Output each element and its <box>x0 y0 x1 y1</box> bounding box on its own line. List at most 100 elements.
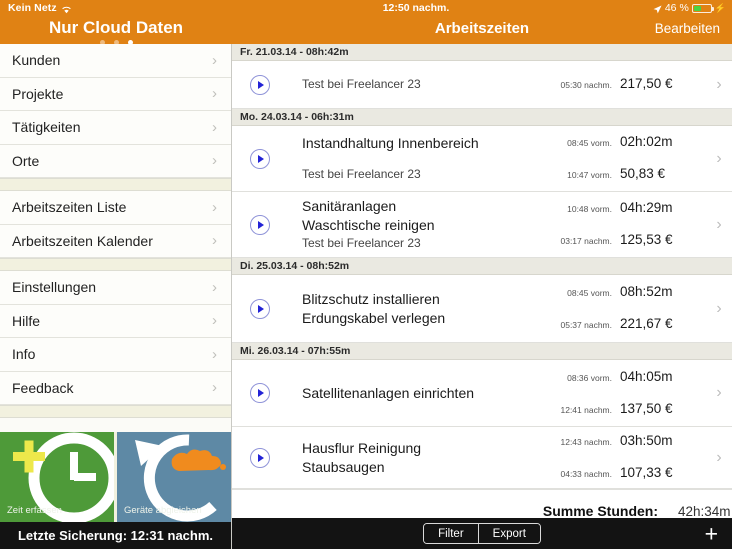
summary-block: Summe Stunden: 42h:34m Summe Erträge: 87… <box>232 489 732 518</box>
sidebar-item-einstellungen[interactable]: Einstellungen › <box>0 271 231 305</box>
entry-project: Test bei Freelancer 23 <box>302 236 421 250</box>
table-row[interactable]: Blitzschutz installieren Erdungskabel ve… <box>232 275 732 343</box>
table-row[interactable]: Test bei Freelancer 23 05:30 nachm. 217,… <box>232 61 732 109</box>
worktime-list[interactable]: Fr. 21.03.14 - 08h:42m Test bei Freelanc… <box>232 44 732 518</box>
segmented-control[interactable]: Filter Export <box>423 523 541 544</box>
entry-text: Test bei Freelancer 23 <box>288 61 554 108</box>
entry-start-line: 05:30 nachm. 217,50 € <box>554 74 706 95</box>
table-row[interactable]: Satellitenanlagen einrichten 08:36 vorm.… <box>232 360 732 427</box>
sidebar-item-arbeitszeiten-liste[interactable]: Arbeitszeiten Liste › <box>0 191 231 225</box>
app-title: Nur Cloud Daten <box>48 18 184 37</box>
play-cell[interactable] <box>232 126 288 191</box>
sidebar-item-arbeitszeiten-kalender[interactable]: Arbeitszeiten Kalender › <box>0 224 231 258</box>
entry-start-line: 08:45 vorm. 08h:52m <box>554 282 706 303</box>
sidebar-section-divider <box>0 258 231 271</box>
table-row[interactable]: Hausflur Reinigung Staubsaugen 12:43 nac… <box>232 427 732 489</box>
tile-caption: Geräte abgleichen <box>124 505 202 516</box>
sidebar-item-label: Tätigkeiten <box>12 119 81 136</box>
disclosure-cell[interactable]: › <box>706 427 732 488</box>
play-circle-icon[interactable] <box>250 383 270 403</box>
entry-title: Blitzschutz installieren <box>302 290 440 307</box>
day-header: Mi. 26.03.14 - 07h:55m <box>232 343 732 360</box>
sidebar-item-label: Arbeitszeiten Kalender <box>12 232 153 249</box>
plus-icon[interactable]: + <box>705 522 718 545</box>
entry-title: Instandhaltung Innenbereich <box>302 135 479 151</box>
chevron-right-icon: › <box>716 215 722 233</box>
entry-end-time: 05:37 nachm. <box>560 320 612 330</box>
play-cell[interactable] <box>232 192 288 257</box>
sidebar-tiles: Zeit erfassen Geräte abgleichen <box>0 432 231 522</box>
entry-values: 10:48 vorm. 04h:29m 03:17 nachm. 125,53 … <box>554 192 706 257</box>
filter-button[interactable]: Filter <box>424 524 478 543</box>
sidebar-section-1: Kunden › Projekte › Tätigkeiten › Orte › <box>0 44 231 178</box>
tile-geraete-abgleichen[interactable]: Geräte abgleichen <box>117 432 231 522</box>
entry-end-time: 12:41 nachm. <box>560 404 612 415</box>
entry-end-line: 04:33 nachm. 107,33 € <box>554 463 706 484</box>
status-bar: Kein Netz 12:50 nachm. 46 % ⚡ <box>0 0 732 17</box>
disclosure-cell[interactable]: › <box>706 275 732 342</box>
charging-bolt-icon: ⚡ <box>714 2 726 13</box>
disclosure-cell[interactable]: › <box>706 61 732 108</box>
sidebar-item-label: Orte <box>12 152 40 169</box>
entry-values: 08:45 vorm. 08h:52m 05:37 nachm. 221,67 … <box>554 275 706 342</box>
entry-subtitle: Staubsaugen <box>302 458 385 475</box>
disclosure-cell[interactable]: › <box>706 192 732 257</box>
day-header: Mo. 24.03.14 - 06h:31m <box>232 109 732 126</box>
chevron-right-icon: › <box>716 384 722 401</box>
entry-duration: 04h:05m <box>620 368 673 384</box>
entry-start-line: 08:36 vorm. 04h:05m <box>554 367 706 388</box>
sidebar-item-label: Kunden <box>12 52 61 69</box>
disclosure-cell[interactable]: › <box>706 126 732 191</box>
chevron-right-icon: › <box>212 345 217 363</box>
entry-amount: 217,50 € <box>620 76 673 91</box>
chevron-right-icon: › <box>212 152 217 170</box>
last-backup-status: Letzte Sicherung: 12:31 nachm. <box>0 522 231 549</box>
sidebar-item-label: Feedback <box>12 379 74 396</box>
entry-title: Sanitäranlagen <box>302 198 397 214</box>
sidebar-item-label: Arbeitszeiten Liste <box>12 199 127 216</box>
chevron-right-icon: › <box>716 75 722 93</box>
sidebar-item-orte[interactable]: Orte › <box>0 144 231 178</box>
sidebar-item-info[interactable]: Info › <box>0 338 231 372</box>
entry-start-time: 10:48 vorm. <box>567 204 612 214</box>
summary-hours-row: Summe Stunden: 42h:34m <box>232 500 732 518</box>
entry-start-line: 08:45 vorm. 02h:02m <box>554 132 706 153</box>
play-circle-icon[interactable] <box>250 74 270 95</box>
table-row[interactable]: Instandhaltung Innenbereich Test bei Fre… <box>232 126 732 192</box>
sidebar-item-kunden[interactable]: Kunden › <box>0 44 231 78</box>
entry-start-time: 08:36 vorm. <box>567 372 612 383</box>
bottom-toolbar: Filter Export + <box>232 518 732 549</box>
entry-end-line: 12:41 nachm. 137,50 € <box>554 399 706 420</box>
location-arrow-icon <box>653 5 662 14</box>
sidebar-item-taetigkeiten[interactable]: Tätigkeiten › <box>0 111 231 145</box>
battery-percent-label: 46 % <box>664 2 689 14</box>
entry-values: 08:45 vorm. 02h:02m 10:47 vorm. 50,83 € <box>554 126 706 191</box>
entry-amount: 137,50 € <box>620 400 673 416</box>
chevron-right-icon: › <box>212 232 217 250</box>
entry-text: Sanitäranlagen Waschtische reinigen Test… <box>288 192 554 257</box>
edit-button[interactable]: Bearbeiten <box>655 21 720 36</box>
play-cell[interactable] <box>232 61 288 108</box>
sidebar-item-hilfe[interactable]: Hilfe › <box>0 304 231 338</box>
play-cell[interactable] <box>232 427 288 488</box>
play-circle-icon[interactable] <box>250 214 270 235</box>
entry-start-line: 12:43 nachm. 03h:50m <box>554 431 706 452</box>
play-cell[interactable] <box>232 360 288 426</box>
chevron-right-icon: › <box>212 51 217 69</box>
sidebar-item-label: Einstellungen <box>12 279 97 296</box>
entry-duration: 04h:29m <box>620 200 673 215</box>
chevron-right-icon: › <box>212 85 217 103</box>
export-button[interactable]: Export <box>477 524 540 543</box>
sidebar-item-projekte[interactable]: Projekte › <box>0 77 231 111</box>
play-circle-icon[interactable] <box>250 298 270 319</box>
disclosure-cell[interactable]: › <box>706 360 732 426</box>
navigation-bar: Nur Cloud Daten Arbeitszeiten Bearbeiten <box>0 17 732 45</box>
sidebar-item-label: Projekte <box>12 85 64 102</box>
tile-zeit-erfassen[interactable]: Zeit erfassen <box>0 432 114 522</box>
play-circle-icon[interactable] <box>250 447 270 468</box>
play-cell[interactable] <box>232 275 288 342</box>
table-row[interactable]: Sanitäranlagen Waschtische reinigen Test… <box>232 192 732 258</box>
play-circle-icon[interactable] <box>250 148 270 169</box>
chevron-right-icon: › <box>716 299 722 317</box>
sidebar-item-feedback[interactable]: Feedback › <box>0 371 231 405</box>
